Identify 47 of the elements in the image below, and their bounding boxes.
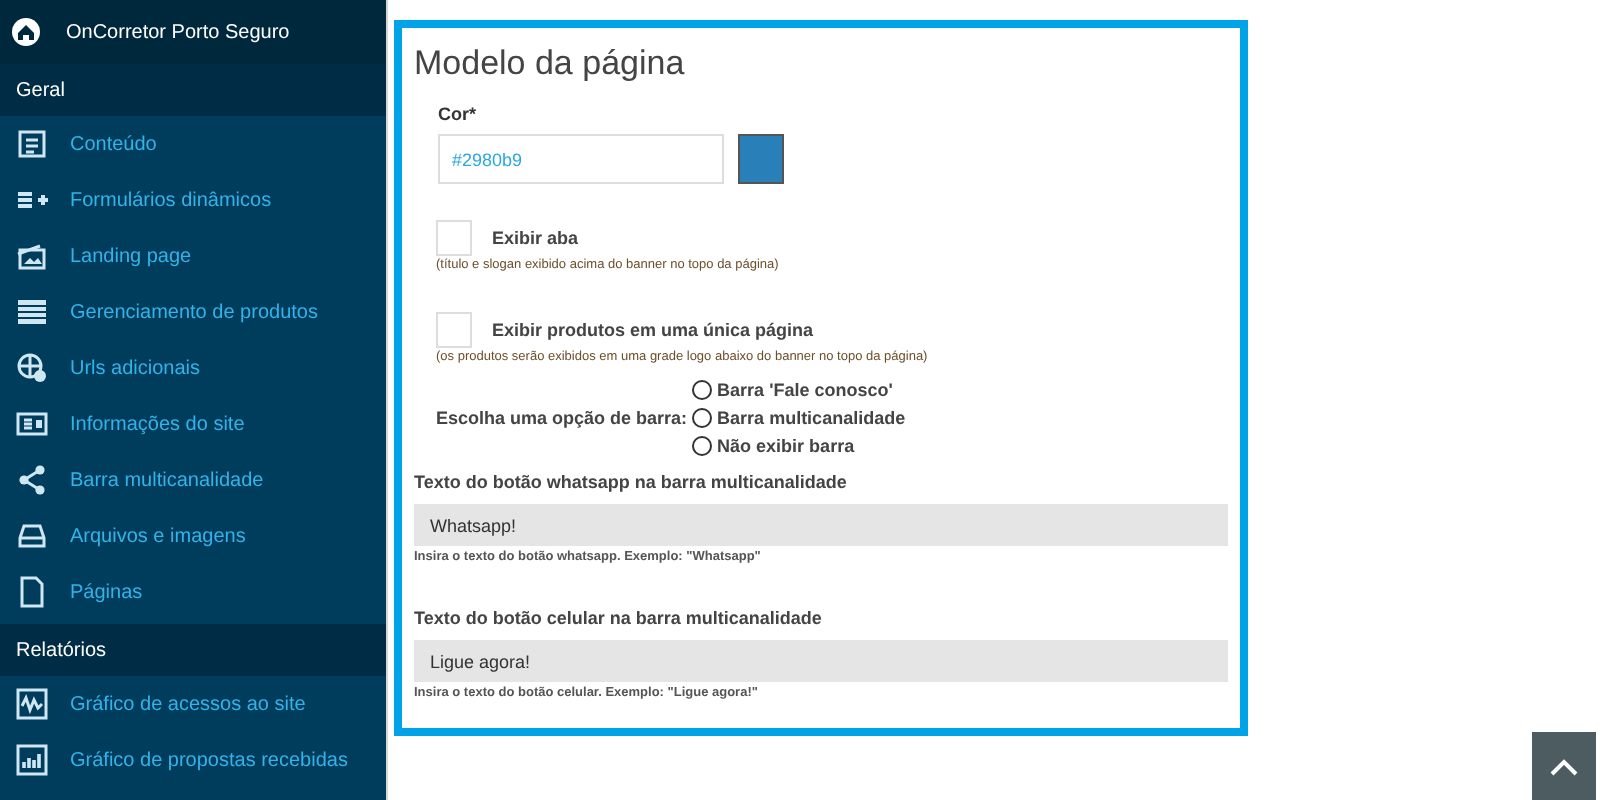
picture-icon	[16, 240, 48, 272]
sidebar-item[interactable]: Gerenciamento de produtos	[0, 284, 386, 340]
radio-option[interactable]: Barra multicanalidade	[691, 408, 906, 428]
sidebar-item[interactable]: Gráfico de propostas recebidas	[0, 732, 386, 788]
color-field[interactable]: #2980b9	[438, 134, 724, 184]
checkbox[interactable]	[436, 312, 472, 348]
radio-option[interactable]: Barra 'Fale conosco'	[691, 380, 906, 400]
radio-button[interactable]	[691, 436, 712, 456]
home-icon	[12, 18, 40, 46]
globe-icon	[16, 352, 48, 384]
checkbox-label: Exibir produtos em uma única página	[492, 320, 814, 340]
field-label: Cor*	[438, 104, 479, 124]
sidebar-item[interactable]: Conteúdo	[0, 116, 386, 172]
sidebar-item[interactable]: Páginas	[0, 564, 386, 620]
sidebar-item[interactable]: Landing page	[0, 228, 386, 284]
back-to-top-button[interactable]	[1532, 732, 1596, 800]
radio-option[interactable]: Não exibir barra	[691, 436, 906, 456]
checkbox[interactable]	[436, 220, 472, 256]
text-field[interactable]: Whatsapp!	[414, 504, 1228, 546]
document-icon	[16, 128, 48, 160]
field-label: Texto do botão whatsapp na barra multicanalidade	[414, 472, 849, 492]
page-icon	[16, 576, 48, 608]
sidebar-item[interactable]: Gráfico de acessos ao site	[0, 676, 386, 732]
pulse-chart-icon	[16, 688, 48, 720]
radio-button[interactable]	[691, 408, 712, 428]
sidebar-item[interactable]: Urls adicionais	[0, 340, 386, 396]
radio-button[interactable]	[691, 380, 712, 400]
section-header: Relatórios	[0, 624, 386, 676]
hard-drive-icon	[16, 520, 48, 552]
text-field[interactable]: Ligue agora!	[414, 640, 1228, 682]
color-swatch[interactable]	[738, 134, 784, 184]
sidebar-item[interactable]: Informações do site	[0, 396, 386, 452]
share-icon	[16, 464, 48, 496]
checkbox-label: Exibir aba	[492, 228, 579, 248]
page-title: Modelo da página	[414, 44, 687, 84]
field-label: Escolha uma opção de barra:	[436, 408, 688, 428]
table-icon	[16, 296, 48, 328]
bar-chart-icon	[16, 744, 48, 776]
id-card-icon	[16, 408, 48, 440]
field-label: Texto do botão celular na barra multicanalidade	[414, 608, 824, 628]
sidebar-item[interactable]: Formulários dinâmicos	[0, 172, 386, 228]
brand-name: OnCorretor Porto Seguro	[66, 21, 290, 43]
section-header: Geral	[0, 64, 386, 116]
brand-bar[interactable]: OnCorretor Porto Seguro	[0, 0, 386, 64]
sidebar-item[interactable]: Arquivos e imagens	[0, 508, 386, 564]
sidebar-item[interactable]: Barra multicanalidade	[0, 452, 386, 508]
caret-up-icon	[1550, 757, 1578, 775]
